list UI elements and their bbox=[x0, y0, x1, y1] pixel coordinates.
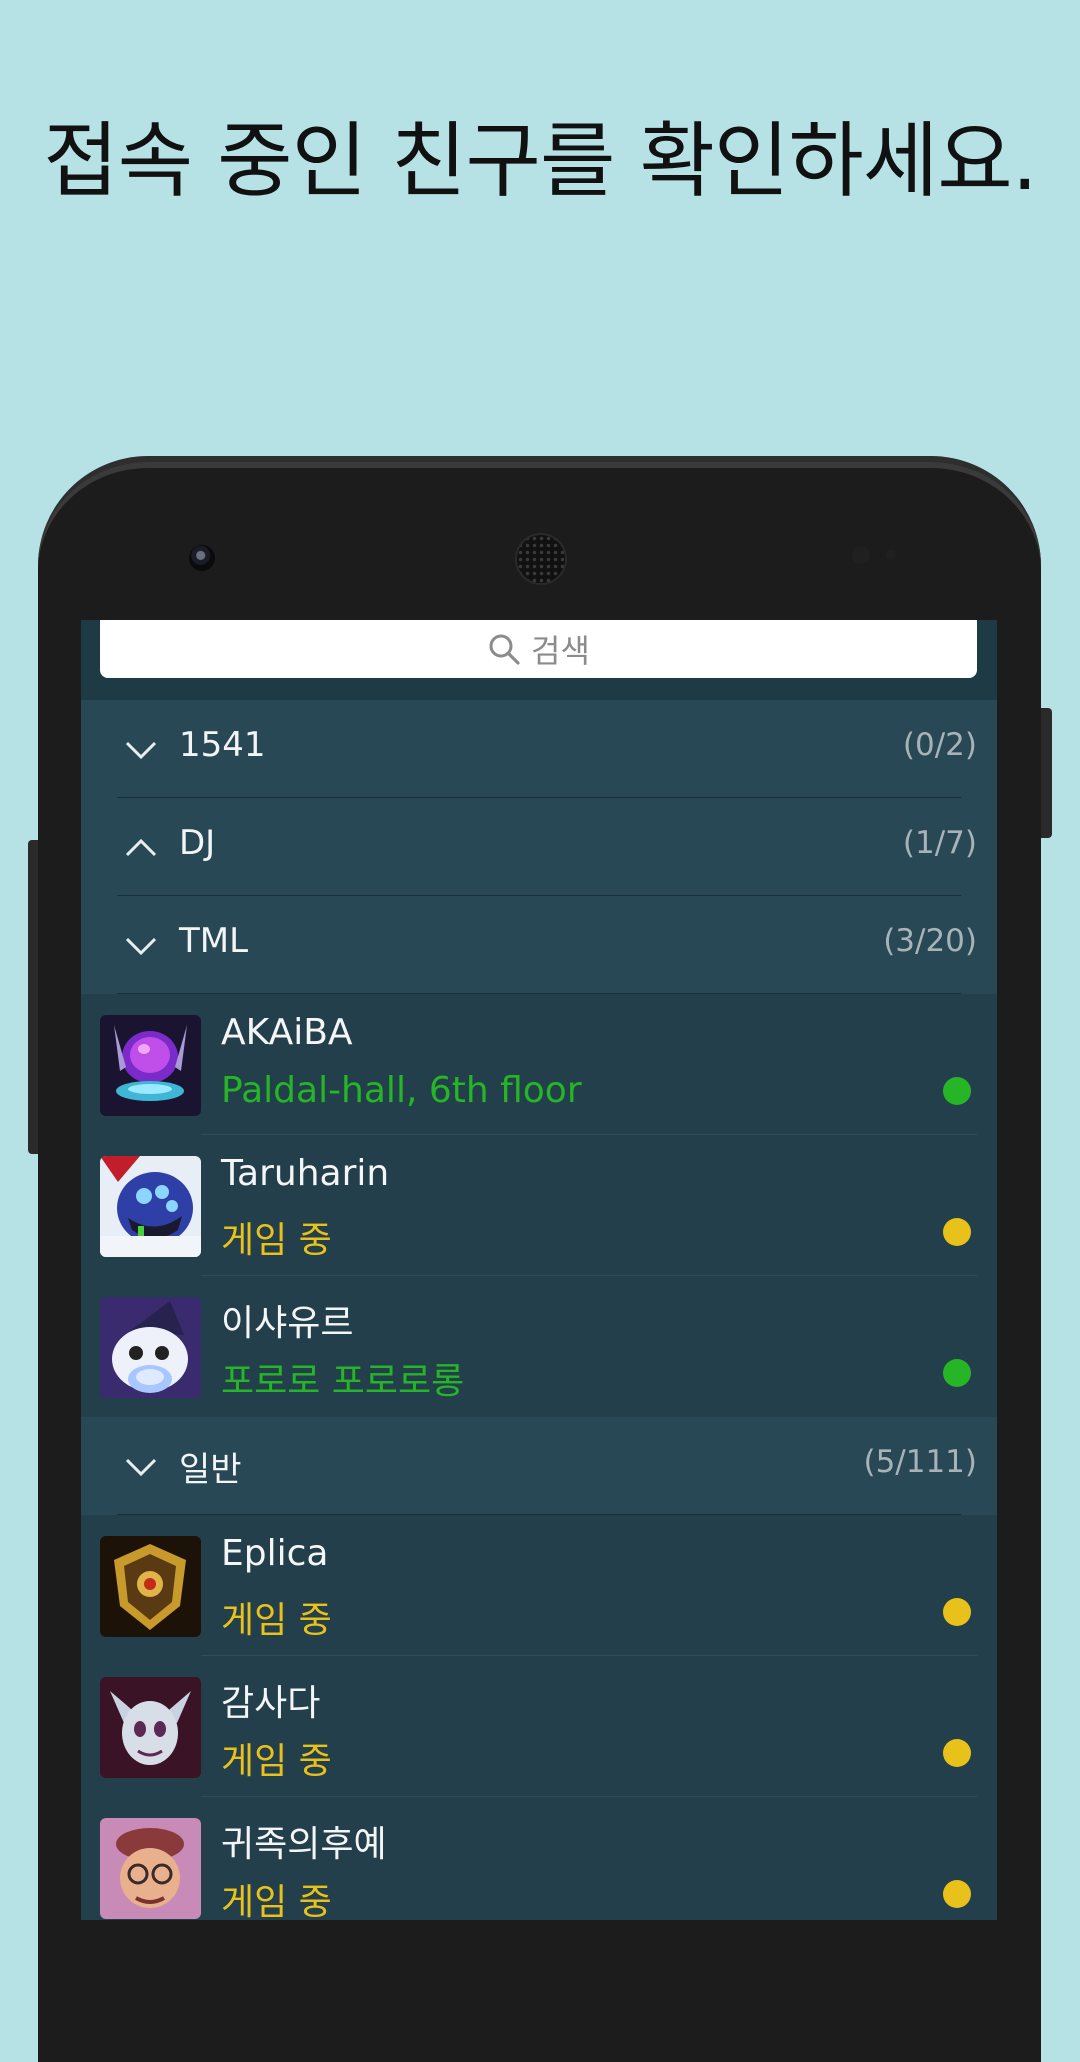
group-count: (0/2) bbox=[902, 727, 977, 763]
friend-name: Taruharin bbox=[221, 1153, 390, 1194]
phone-power-button bbox=[1040, 708, 1052, 838]
search-bar-container: 검색 bbox=[81, 620, 997, 700]
friend-status: 게임 중 bbox=[221, 1220, 332, 1261]
friend-status: 게임 중 bbox=[221, 1600, 332, 1641]
friend-name: 이샤유르 bbox=[221, 1303, 354, 1344]
chevron-down-icon bbox=[125, 741, 157, 760]
friend-status: 게임 중 bbox=[221, 1741, 332, 1782]
avatar bbox=[100, 1677, 201, 1778]
group-header-tml[interactable]: TML (3/20) bbox=[81, 896, 997, 994]
group-name: 일반 bbox=[179, 1450, 242, 1490]
group-count: (1/7) bbox=[902, 825, 977, 861]
friend-status: 게임 중 bbox=[221, 1882, 332, 1920]
search-placeholder: 검색 bbox=[531, 632, 590, 670]
group-count: (3/20) bbox=[883, 923, 977, 959]
online-status-icon bbox=[943, 1359, 971, 1387]
avatar bbox=[100, 1818, 201, 1919]
friend-row-eplica[interactable]: Eplica 게임 중 bbox=[81, 1515, 997, 1656]
friend-name: 귀족의후예 bbox=[221, 1824, 387, 1865]
avatar bbox=[100, 1156, 201, 1257]
speaker-grille-icon bbox=[515, 533, 567, 585]
phone-screen: 검색 1541 (0/2) DJ (1/7) TML (3/20) AKAiBA… bbox=[81, 620, 997, 1920]
chevron-up-icon bbox=[125, 838, 157, 857]
promo-headline: 접속 중인 친구를 확인하세요. bbox=[43, 114, 1038, 209]
in-game-status-icon bbox=[943, 1598, 971, 1626]
in-game-status-icon bbox=[943, 1218, 971, 1246]
in-game-status-icon bbox=[943, 1739, 971, 1767]
proximity-sensor-icon bbox=[852, 546, 870, 564]
online-status-icon bbox=[943, 1077, 971, 1105]
friend-name: Eplica bbox=[221, 1533, 329, 1574]
friend-row-akaiba[interactable]: AKAiBA Paldal-hall, 6th floor bbox=[81, 994, 997, 1135]
friend-row-taruharin[interactable]: Taruharin 게임 중 bbox=[81, 1135, 997, 1276]
friend-row-gwijok[interactable]: 귀족의후예 게임 중 bbox=[81, 1797, 997, 1920]
avatar bbox=[100, 1015, 201, 1116]
friend-name: 감사다 bbox=[221, 1683, 321, 1724]
avatar bbox=[100, 1297, 201, 1398]
friend-status: 포로로 포로로롱 bbox=[221, 1361, 465, 1402]
group-header-general[interactable]: 일반 (5/111) bbox=[81, 1417, 997, 1515]
group-name: TML bbox=[179, 921, 249, 961]
friend-status: Paldal-hall, 6th floor bbox=[221, 1070, 582, 1111]
group-name: DJ bbox=[179, 823, 216, 863]
group-header-1541[interactable]: 1541 (0/2) bbox=[81, 700, 997, 798]
friend-name: AKAiBA bbox=[221, 1012, 353, 1053]
friend-row-isyayur[interactable]: 이샤유르 포로로 포로로롱 bbox=[81, 1276, 997, 1417]
light-sensor-icon bbox=[886, 550, 896, 560]
in-game-status-icon bbox=[943, 1880, 971, 1908]
friend-row-gamsada[interactable]: 감사다 게임 중 bbox=[81, 1656, 997, 1797]
group-count: (5/111) bbox=[863, 1444, 977, 1480]
chevron-down-icon bbox=[125, 1458, 157, 1477]
group-name: 1541 bbox=[179, 725, 266, 765]
search-input[interactable]: 검색 bbox=[100, 620, 977, 678]
search-icon bbox=[487, 632, 521, 666]
group-header-dj[interactable]: DJ (1/7) bbox=[81, 798, 997, 896]
chevron-down-icon bbox=[125, 937, 157, 956]
front-camera-icon bbox=[189, 545, 215, 571]
avatar bbox=[100, 1536, 201, 1637]
